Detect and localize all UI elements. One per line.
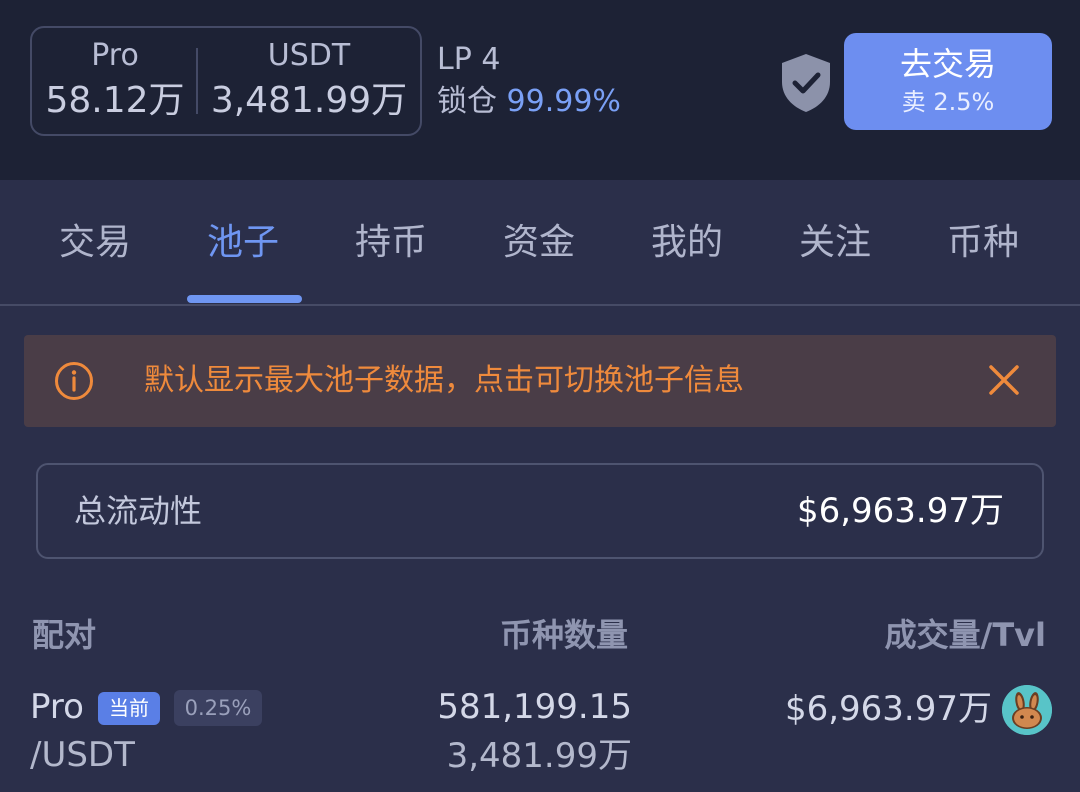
pancakeswap-bunny-icon <box>1002 685 1052 735</box>
base-reserve-label: Pro <box>91 38 139 73</box>
current-pool-badge[interactable]: 当前 <box>98 692 160 725</box>
fee-badge: 0.25% <box>174 690 262 726</box>
sell-tax-label: 卖 2.5% <box>901 88 995 116</box>
quote-amount: 3,481.99万 <box>446 736 632 776</box>
base-amount: 581,199.15 <box>437 687 632 727</box>
quote-reserve: USDT 3,481.99万 <box>198 36 420 126</box>
header-pair: 配对 <box>32 616 97 654</box>
header-amount: 币种数量 <box>499 616 628 654</box>
top-bar: Pro 58.12万 USDT 3,481.99万 LP 4 锁仓 99.99%… <box>0 0 1080 180</box>
lp-info: LP 4 锁仓 99.99% <box>437 40 621 124</box>
total-liquidity-value: $6,963.97万 <box>796 491 1004 531</box>
lp-count: LP 4 <box>437 42 501 77</box>
total-liquidity-card: 总流动性 $6,963.97万 <box>36 463 1044 559</box>
quote-reserve-label: USDT <box>267 38 351 73</box>
lock-value: 99.99% <box>506 84 621 119</box>
pair-base: Pro <box>30 687 84 727</box>
lock-info: 锁仓 99.99% <box>437 80 621 124</box>
tab-mine[interactable]: 我的 <box>613 218 761 268</box>
notice-banner[interactable]: 默认显示最大池子数据，点击可切换池子信息 <box>24 335 1056 427</box>
notice-text: 默认显示最大池子数据，点击可切换池子信息 <box>144 363 744 398</box>
shield-check-icon[interactable] <box>778 52 834 114</box>
base-reserve: Pro 58.12万 <box>32 36 198 126</box>
active-tab-indicator <box>187 295 302 303</box>
tab-watch[interactable]: 关注 <box>761 218 909 268</box>
go-trade-button[interactable]: 去交易 卖 2.5% <box>844 33 1052 130</box>
total-liquidity-label: 总流动性 <box>74 492 203 530</box>
header-volume: 成交量/Tvl <box>884 616 1046 654</box>
base-reserve-value: 58.12万 <box>45 80 185 121</box>
tab-trade[interactable]: 交易 <box>21 218 169 268</box>
close-icon[interactable] <box>986 362 1022 398</box>
info-icon <box>55 362 93 400</box>
go-trade-label: 去交易 <box>899 45 996 83</box>
tab-funds[interactable]: 资金 <box>465 218 613 268</box>
lock-label: 锁仓 <box>437 84 497 119</box>
reserve-stats: Pro 58.12万 USDT 3,481.99万 <box>30 26 422 136</box>
tab-holders[interactable]: 持币 <box>317 218 465 268</box>
pair-quote: /USDT <box>30 735 135 775</box>
pool-volume: $6,963.97万 <box>784 689 992 729</box>
tab-pool[interactable]: 池子 <box>169 218 317 268</box>
quote-reserve-value: 3,481.99万 <box>210 80 408 121</box>
tab-bar: 交易 池子 持币 资金 我的 关注 币种 <box>0 180 1080 306</box>
tab-token[interactable]: 币种 <box>909 218 1057 268</box>
